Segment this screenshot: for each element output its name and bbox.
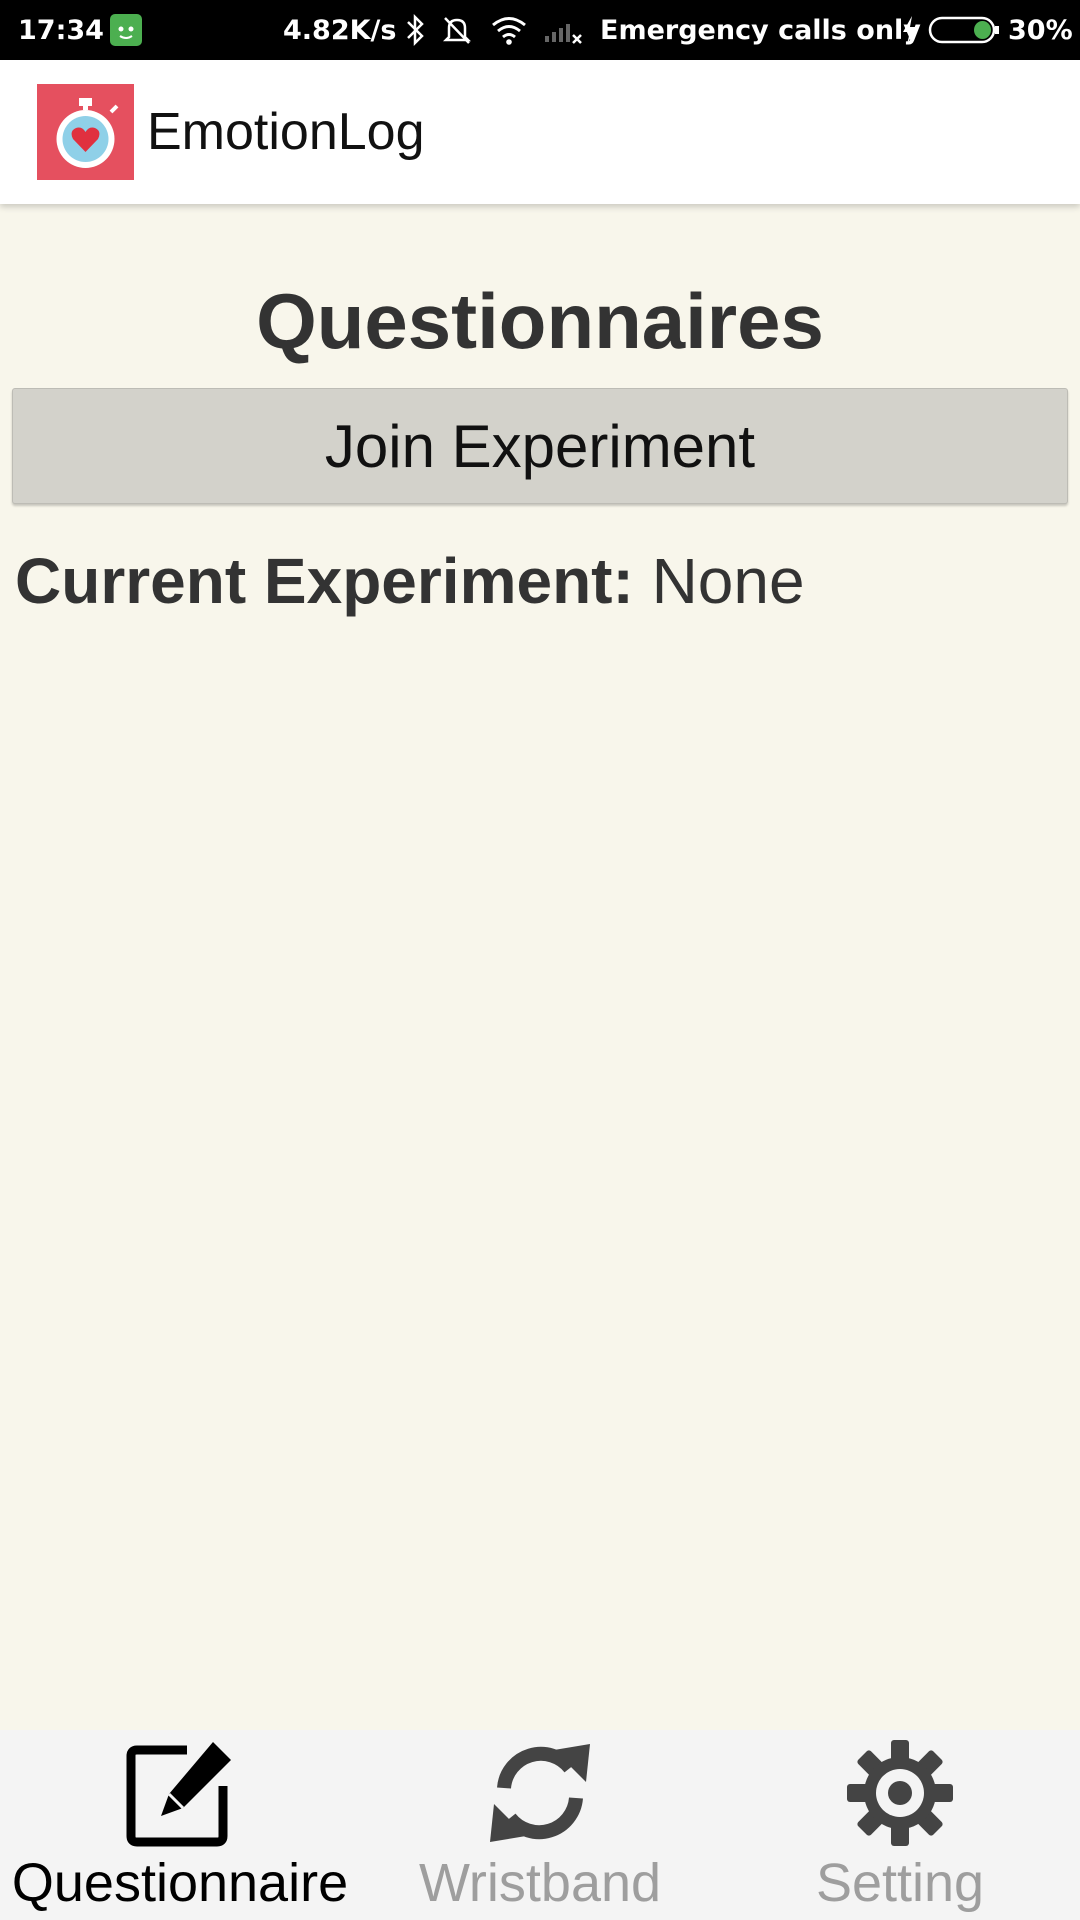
wifi-icon — [490, 0, 528, 60]
status-bar: 17:34 4.82K/s Emergency calls only 30% — [0, 0, 1080, 60]
status-time: 17:34 — [18, 14, 104, 46]
nav-item-setting[interactable]: Setting — [720, 1730, 1080, 1920]
notification-app-icon — [110, 0, 142, 60]
nav-label-questionnaire: Questionnaire — [11, 1853, 349, 1913]
status-net-speed: 4.82K/s — [283, 14, 397, 46]
nav-label-setting: Setting — [815, 1853, 985, 1913]
page-title: Questionnaires — [256, 277, 824, 365]
current-experiment-label: Current Experiment: — [15, 545, 634, 617]
bell-muted-icon — [440, 0, 474, 60]
battery-icon — [928, 0, 1000, 60]
current-experiment: Current Experiment: None — [15, 544, 805, 618]
charging-icon — [900, 0, 920, 60]
app-title: EmotionLog — [147, 103, 425, 161]
signal-none-icon — [543, 0, 585, 60]
nav-item-questionnaire[interactable]: Questionnaire — [0, 1730, 360, 1920]
stopwatch-heart-icon — [56, 98, 119, 168]
nav-item-wristband[interactable]: Wristband — [360, 1730, 720, 1920]
battery-level-fill — [974, 21, 991, 39]
bluetooth-icon — [404, 0, 428, 60]
status-battery-percent: 30% — [1008, 14, 1073, 46]
gear-icon — [845, 1738, 955, 1853]
sync-icon — [484, 1738, 596, 1853]
join-experiment-button[interactable]: Join Experiment — [12, 388, 1068, 504]
status-carrier: Emergency calls only — [600, 14, 921, 46]
app-bar: EmotionLog — [0, 60, 1080, 204]
nav-label-wristband: Wristband — [418, 1853, 662, 1913]
main-content: Questionnaires Join Experiment Current E… — [0, 204, 1080, 1730]
edit-icon — [125, 1738, 235, 1853]
current-experiment-value: None — [651, 545, 805, 617]
bottom-nav: Questionnaire Wristband Setting — [0, 1730, 1080, 1920]
app-logo — [37, 84, 134, 180]
